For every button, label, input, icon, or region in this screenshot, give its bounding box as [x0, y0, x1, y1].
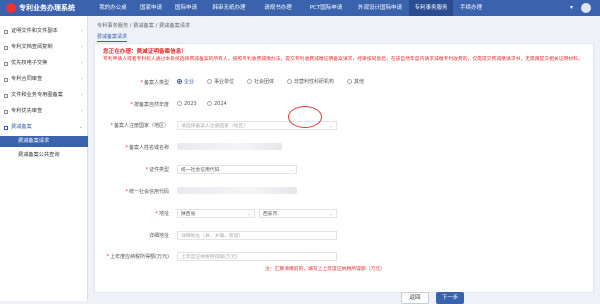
- tab-strip: 费减备案请求: [97, 33, 397, 42]
- top-navigation-bar: 专利业务办理系统 我的办公桌 国家申请 国际申请 韩审无纸办理 请规书办理 PC…: [0, 0, 600, 16]
- user-avatar[interactable]: [581, 3, 591, 13]
- city-select[interactable]: 西安市 ⌄: [259, 209, 337, 218]
- nav-design-international[interactable]: 外观设计国际申请: [351, 0, 409, 16]
- tab-fee-reduction-request[interactable]: 费减备案请求: [97, 33, 128, 42]
- nav-request-letter[interactable]: 请规书办理: [255, 0, 301, 16]
- chevron-down-icon[interactable]: ▾: [570, 4, 573, 11]
- name-field-redacted[interactable]: [177, 143, 282, 150]
- radio-other[interactable]: 其他: [347, 79, 364, 86]
- logo-icon: [6, 3, 16, 13]
- document-icon: [4, 110, 8, 114]
- document-icon: [4, 30, 8, 34]
- chevron-right-icon: ›: [81, 92, 83, 98]
- applicant-type-label: *备案人类型: [140, 80, 169, 86]
- cert-number-redacted[interactable]: [177, 187, 297, 194]
- breadcrumb: 专利事务服务 / 费减备案 / 费减备案请求: [97, 23, 191, 29]
- sidebar-item-copy[interactable]: 专利文档查阅复制 ›: [0, 42, 88, 53]
- nav-pct[interactable]: PCT国际申请: [302, 0, 350, 16]
- nav-domestic-application[interactable]: 国家申请: [134, 0, 168, 16]
- sidebar: 证明文件和文件副本 › 专利文档查阅复制 › 优先权电子交换 › 专利合同审查 › 文件…: [0, 16, 88, 301]
- nav-procedures[interactable]: 手续办理: [454, 0, 488, 16]
- cert-number-label: *统一社会信用代码: [125, 189, 169, 195]
- chevron-down-icon: ⌄: [247, 212, 251, 217]
- chevron-right-icon: ›: [81, 108, 83, 114]
- region-label: *备案人注册国家（地区）: [110, 123, 169, 129]
- cert-type-select[interactable]: 统一社会信用代码 ⌄: [177, 165, 297, 174]
- radio-public-institution[interactable]: 事业单位: [207, 79, 234, 86]
- form-card: 您正在办理：费减证明备案信息！ 专利申请人或者专利权人通过本系统选择费减备案的所…: [94, 43, 594, 293]
- sidebar-item-fee-reduction-request[interactable]: 费减备案请求: [0, 136, 88, 147]
- address-label: *地址: [155, 211, 169, 217]
- radio-year-2024[interactable]: 2024: [207, 101, 227, 108]
- document-icon: [4, 46, 8, 50]
- app-title: 专利业务办理系统: [19, 4, 75, 12]
- notice-body: 专利申请人或者专利权人通过本系统选择费减备案的所有人，按照专利收费减缴办法，提交…: [103, 57, 583, 62]
- chevron-down-icon: ⌄: [329, 212, 333, 217]
- sidebar-item-certificates[interactable]: 证明文件和文件副本 ›: [0, 26, 88, 37]
- chevron-down-icon: ⌄: [289, 168, 293, 173]
- sidebar-item-fee-reduction[interactable]: 费减备案 ⌄: [0, 122, 88, 133]
- income-hint: 注：汇算清缴前的，填写上上年度应纳税所得额（万元）: [265, 267, 385, 272]
- sidebar-item-contract[interactable]: 专利合同审查 ›: [0, 74, 88, 85]
- sidebar-item-priority-exam[interactable]: 专利优先审查 ›: [0, 106, 88, 117]
- income-label: *上年度应纳税所得额(万元): [106, 254, 169, 260]
- nav-my-desk[interactable]: 我的办公桌: [93, 0, 133, 16]
- radio-nonprofit-research[interactable]: 非营利性科研机构: [287, 79, 334, 86]
- radio-year-2023[interactable]: 2023: [177, 101, 197, 108]
- detail-address-label: 详细地址: [148, 233, 169, 239]
- notice-title: 您正在办理：费减证明备案信息！: [103, 49, 187, 55]
- sidebar-item-filing[interactable]: 文件和业务专用图备案 ›: [0, 90, 88, 101]
- chevron-down-icon: ⌄: [78, 124, 83, 130]
- nav-paperless[interactable]: 韩审无纸办理: [204, 0, 254, 16]
- chevron-right-icon: ›: [81, 60, 83, 66]
- chevron-right-icon: ›: [81, 28, 83, 34]
- sidebar-item-priority-exchange[interactable]: 优先权电子交换 ›: [0, 58, 88, 69]
- nav-patent-services[interactable]: 专利事务服务: [409, 0, 453, 16]
- year-label: *按备案自然年度: [130, 102, 169, 108]
- income-input[interactable]: 上年度应纳税所得额(万元): [177, 252, 337, 261]
- detail-address-input[interactable]: 详细地址（县、乡镇、街道）: [177, 231, 337, 240]
- back-button[interactable]: 返回: [401, 292, 429, 304]
- cert-type-label: *证件类型: [145, 167, 169, 173]
- document-icon: [4, 94, 8, 98]
- document-icon: [4, 126, 8, 130]
- province-select[interactable]: 陕西省 ⌄: [177, 209, 255, 218]
- annotation-circle: [288, 106, 322, 128]
- next-step-button[interactable]: 下一步: [436, 292, 464, 304]
- sidebar-item-fee-reduction-query[interactable]: 费减备案公共查询: [0, 150, 88, 161]
- name-label: *备案人姓名或名称: [125, 145, 169, 151]
- chevron-right-icon: ›: [81, 76, 83, 82]
- radio-enterprise[interactable]: 企业: [177, 79, 194, 86]
- document-icon: [4, 78, 8, 82]
- radio-social-group[interactable]: 社会团体: [247, 79, 274, 86]
- nav-international-application[interactable]: 国际申请: [169, 0, 203, 16]
- main-content: 专利事务服务 / 费减备案 / 费减备案请求 费减备案请求 您正在办理：费减证明…: [89, 16, 600, 304]
- document-icon: [4, 62, 8, 66]
- chevron-down-icon: ⌄: [329, 124, 333, 129]
- chevron-right-icon: ›: [81, 44, 83, 50]
